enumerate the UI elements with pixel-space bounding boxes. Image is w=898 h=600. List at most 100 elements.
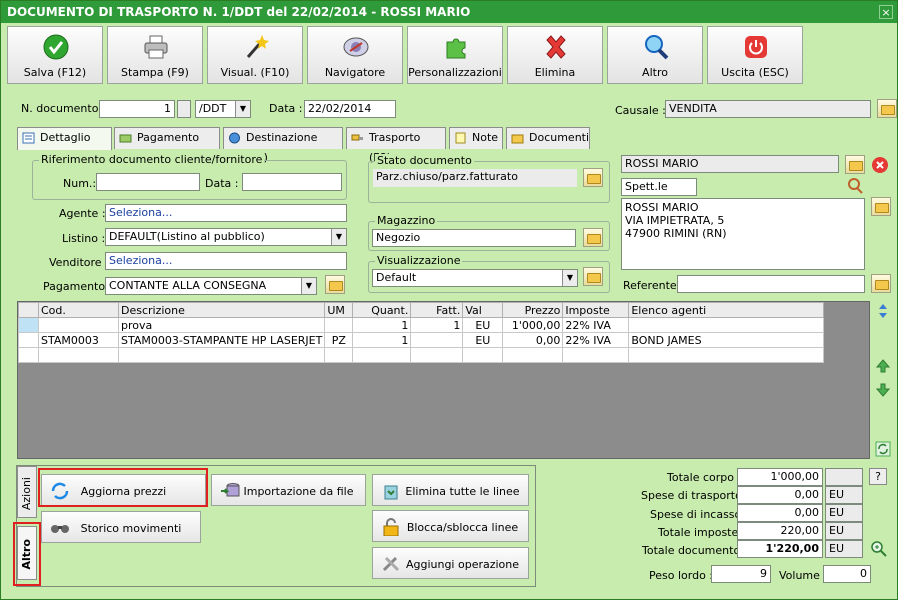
ref-date-input[interactable] — [242, 173, 342, 191]
close-button[interactable]: × — [879, 5, 893, 19]
row-indicator[interactable] — [18, 317, 39, 333]
col-val[interactable]: Val — [462, 302, 504, 318]
exit-button[interactable]: Uscita (ESC) — [707, 26, 803, 84]
cell-quant[interactable] — [352, 347, 412, 363]
cell-descrizione[interactable]: STAM0003-STAMPANTE HP LASERJET — [117, 332, 326, 348]
cell-cod[interactable] — [38, 347, 119, 363]
cell-agenti[interactable]: BOND JAMES — [628, 332, 824, 348]
help-button[interactable]: ? — [869, 468, 887, 485]
series-select[interactable]: /DDT — [195, 100, 251, 118]
col-descrizione[interactable]: Descrizione — [117, 302, 326, 318]
row-indicator[interactable] — [18, 332, 39, 348]
col-quant[interactable]: Quant. — [352, 302, 412, 318]
client-search-icon[interactable] — [846, 177, 864, 195]
col-fatt[interactable]: Fatt. — [410, 302, 464, 318]
tab-trasporto[interactable]: Trasporto (F8) — [346, 127, 446, 164]
cell-fatt[interactable] — [410, 332, 464, 348]
stato-folder-icon[interactable] — [583, 168, 603, 187]
pagamento-folder-icon[interactable] — [325, 275, 345, 294]
venditore-field[interactable]: Seleziona... — [105, 252, 347, 270]
salutation-field[interactable]: Spett.le — [621, 178, 697, 196]
move-up-down-icon[interactable] — [875, 303, 891, 319]
tab-note[interactable]: Note — [449, 127, 503, 149]
customizations-button[interactable]: Personalizzazioni — [407, 26, 503, 84]
table-row[interactable]: prova 1 1 EU 1'000,00 22% IVA — [18, 317, 824, 333]
cell-descrizione[interactable]: prova — [117, 317, 326, 333]
causale-folder-icon[interactable] — [877, 99, 897, 118]
import-file-button[interactable]: Importazione da file — [211, 474, 366, 506]
cell-cod[interactable] — [38, 317, 119, 333]
visualizzazione-select[interactable]: Default — [372, 269, 578, 287]
magazzino-folder-icon[interactable] — [583, 228, 603, 247]
table-row[interactable] — [18, 347, 824, 363]
agente-field[interactable]: Seleziona... — [105, 204, 347, 222]
delete-all-lines-button[interactable]: Elimina tutte le linee — [372, 474, 529, 506]
navigator-button[interactable]: Navigatore — [307, 26, 403, 84]
cell-agenti[interactable] — [628, 347, 824, 363]
lines-table[interactable]: Cod. Descrizione UM Quant. Fatt. Val Pre… — [18, 302, 824, 363]
col-um[interactable]: UM — [324, 302, 354, 318]
client-name-field[interactable]: ROSSI MARIO — [621, 155, 839, 173]
listino-select[interactable]: DEFAULT(Listino al pubblico) — [105, 228, 347, 246]
cell-imposte[interactable]: 22% IVA — [562, 317, 630, 333]
tab-pagamento[interactable]: Pagamento (F6) — [114, 127, 220, 164]
tab-destinazione[interactable]: Destinazione (F7) — [223, 127, 343, 164]
movement-history-button[interactable]: Storico movimenti — [41, 511, 201, 543]
client-address-box[interactable]: ROSSI MARIO VIA IMPIETRATA, 5 47900 RIMI… — [621, 198, 865, 270]
cell-prezzo[interactable]: 0,00 — [502, 332, 564, 348]
cell-um[interactable] — [324, 347, 354, 363]
col-prezzo[interactable]: Prezzo — [502, 302, 564, 318]
cell-quant[interactable]: 1 — [352, 317, 412, 333]
col-imposte[interactable]: Imposte — [562, 302, 630, 318]
zoom-total-icon[interactable] — [870, 540, 888, 558]
print-button[interactable]: Stampa (F9) — [107, 26, 203, 84]
vtab-azioni[interactable]: Azioni — [17, 466, 37, 518]
refresh-grid-icon[interactable] — [875, 441, 891, 457]
delete-button[interactable]: Elimina — [507, 26, 603, 84]
cell-um[interactable]: PZ — [324, 332, 354, 348]
cell-um[interactable] — [324, 317, 354, 333]
cell-fatt[interactable] — [410, 347, 464, 363]
cell-descrizione[interactable] — [117, 347, 326, 363]
peso-lordo-field[interactable]: 9 — [711, 565, 771, 583]
causale-field[interactable]: VENDITA — [665, 100, 871, 118]
client-folder-icon[interactable] — [845, 155, 865, 174]
cell-imposte[interactable] — [562, 347, 630, 363]
ndoc-input[interactable]: 1 — [99, 100, 175, 118]
volume-field[interactable]: 0 — [823, 565, 871, 583]
other-button[interactable]: Altro — [607, 26, 703, 84]
col-agenti[interactable]: Elenco agenti — [628, 302, 824, 318]
client-remove-icon[interactable] — [871, 156, 889, 174]
visualizzazione-folder-icon[interactable] — [583, 267, 603, 286]
magazzino-field[interactable]: Negozio — [372, 229, 576, 247]
cell-val[interactable]: EU — [462, 317, 504, 333]
col-cod[interactable]: Cod. — [38, 302, 119, 318]
arrow-down-icon[interactable] — [875, 382, 891, 398]
preview-button[interactable]: Visual. (F10) — [207, 26, 303, 84]
cell-fatt[interactable]: 1 — [410, 317, 464, 333]
cell-val[interactable] — [462, 347, 504, 363]
cell-quant[interactable]: 1 — [352, 332, 412, 348]
add-operation-button[interactable]: Aggiungi operazione — [372, 547, 529, 579]
save-button[interactable]: Salva (F12) — [7, 26, 103, 84]
arrow-up-icon[interactable] — [875, 358, 891, 374]
referente-input[interactable] — [677, 275, 865, 293]
table-row[interactable]: STAM0003 STAM0003-STAMPANTE HP LASERJET … — [18, 332, 824, 348]
cell-prezzo[interactable] — [502, 347, 564, 363]
cell-val[interactable]: EU — [462, 332, 504, 348]
row-indicator[interactable] — [18, 347, 39, 363]
cell-prezzo[interactable]: 1'000,00 — [502, 317, 564, 333]
cell-agenti[interactable] — [628, 317, 824, 333]
spese-trasporto-field[interactable]: 0,00 — [737, 486, 823, 504]
tab-dettaglio[interactable]: Dettaglio (F5) — [17, 127, 112, 164]
cell-cod[interactable]: STAM0003 — [38, 332, 119, 348]
referente-folder-icon[interactable] — [871, 274, 891, 293]
address-folder-icon[interactable] — [871, 197, 891, 216]
lines-grid[interactable]: Cod. Descrizione UM Quant. Fatt. Val Pre… — [17, 301, 870, 459]
ref-num-input[interactable] — [96, 173, 200, 191]
pagamento-select[interactable]: CONTANTE ALLA CONSEGNA — [105, 277, 317, 295]
spese-incasso-field[interactable]: 0,00 — [737, 504, 823, 522]
date-input[interactable]: 22/02/2014 — [304, 100, 396, 118]
lock-lines-button[interactable]: Blocca/sblocca linee — [372, 510, 529, 542]
tab-documenti[interactable]: Documenti — [506, 127, 590, 149]
